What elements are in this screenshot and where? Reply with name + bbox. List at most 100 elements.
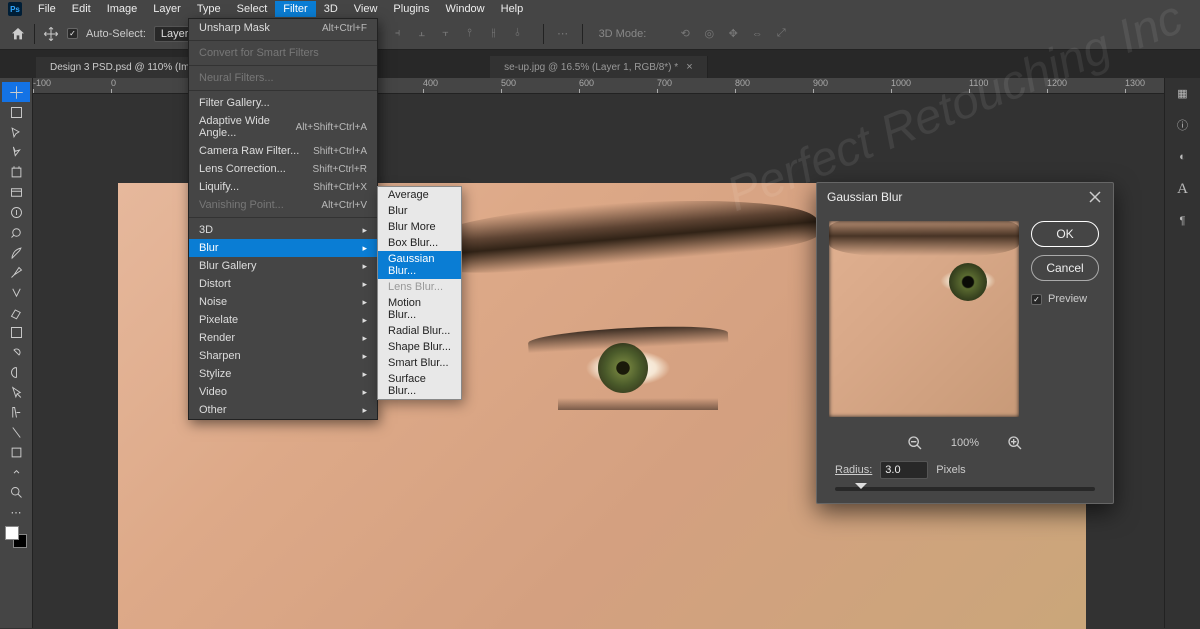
menu-plugins[interactable]: Plugins: [385, 1, 437, 17]
menu-item-render[interactable]: Render▸: [189, 329, 377, 347]
menu-file[interactable]: File: [30, 1, 64, 17]
menu-filter[interactable]: Filter: [275, 1, 315, 17]
move-tool-icon: [43, 26, 59, 42]
type-icon[interactable]: A: [1174, 180, 1192, 198]
3d-orbit-icon[interactable]: ⟲: [674, 23, 696, 45]
hand-tool[interactable]: [2, 462, 30, 482]
fg-bg-swatch[interactable]: [5, 526, 27, 548]
ok-button[interactable]: OK: [1031, 221, 1099, 247]
cancel-button[interactable]: Cancel: [1031, 255, 1099, 281]
menu-item-liquify-[interactable]: Liquify...Shift+Ctrl+X: [189, 178, 377, 196]
submenu-item-motion-blur-[interactable]: Motion Blur...: [378, 295, 461, 323]
adjustments-icon[interactable]: ◐: [1174, 148, 1192, 166]
menu-item-other[interactable]: Other▸: [189, 401, 377, 419]
preview-checkbox[interactable]: ✓: [1031, 294, 1042, 305]
rect-tool[interactable]: [2, 442, 30, 462]
crop-tool[interactable]: [2, 162, 30, 182]
menu-window[interactable]: Window: [438, 1, 493, 17]
menu-item-adaptive-wide-angle-[interactable]: Adaptive Wide Angle...Alt+Shift+Ctrl+A: [189, 112, 377, 142]
menu-item-pixelate[interactable]: Pixelate▸: [189, 311, 377, 329]
menu-item-video[interactable]: Video▸: [189, 383, 377, 401]
submenu-item-shape-blur-[interactable]: Shape Blur...: [378, 339, 461, 355]
menu-item-filter-gallery-[interactable]: Filter Gallery...: [189, 94, 377, 112]
menu-item-unsharp-mask[interactable]: Unsharp MaskAlt+Ctrl+F: [189, 19, 377, 37]
home-icon[interactable]: [10, 26, 26, 42]
3d-zoom-icon[interactable]: ⤢: [770, 23, 792, 45]
align-bottom-icon[interactable]: ⫰: [507, 23, 529, 45]
menu-item-lens-correction-[interactable]: Lens Correction...Shift+Ctrl+R: [189, 160, 377, 178]
dodge-tool[interactable]: [2, 362, 30, 382]
menu-item-convert-for-smart-filters: Convert for Smart Filters: [189, 44, 377, 62]
align-left-icon[interactable]: ⫞: [387, 23, 409, 45]
info-icon[interactable]: ⓘ: [1174, 116, 1192, 134]
app-logo: Ps: [8, 2, 22, 16]
3d-mode-group: ⟲ ◎ ✥ ⇔ ⤢: [674, 23, 792, 45]
submenu-item-blur-more[interactable]: Blur More: [378, 219, 461, 235]
marquee-tool[interactable]: [2, 102, 30, 122]
preview-thumbnail[interactable]: [829, 221, 1019, 417]
heal-tool[interactable]: [2, 222, 30, 242]
paragraph-icon[interactable]: ¶: [1174, 212, 1192, 230]
menu-item-stylize[interactable]: Stylize▸: [189, 365, 377, 383]
lasso-tool[interactable]: [2, 122, 30, 142]
menu-select[interactable]: Select: [229, 1, 276, 17]
menu-image[interactable]: Image: [99, 1, 146, 17]
right-panel-strip: ▦ ⓘ ◐ A ¶: [1164, 78, 1200, 628]
align-top-icon[interactable]: ⫯: [459, 23, 481, 45]
submenu-item-surface-blur-[interactable]: Surface Blur...: [378, 371, 461, 399]
menu-item-noise[interactable]: Noise▸: [189, 293, 377, 311]
brush-tool[interactable]: [2, 242, 30, 262]
path-tool[interactable]: [2, 422, 30, 442]
menu-type[interactable]: Type: [189, 1, 229, 17]
radius-unit: Pixels: [936, 464, 965, 476]
move-tool[interactable]: [2, 82, 30, 102]
pen-tool[interactable]: [2, 382, 30, 402]
menu-layer[interactable]: Layer: [145, 1, 189, 17]
align-center-h-icon[interactable]: ⫠: [411, 23, 433, 45]
radius-input[interactable]: [880, 461, 928, 479]
submenu-item-blur[interactable]: Blur: [378, 203, 461, 219]
edit-toolbar-icon[interactable]: ⋯: [2, 502, 30, 522]
align-right-icon[interactable]: ⫟: [435, 23, 457, 45]
menu-view[interactable]: View: [346, 1, 386, 17]
align-center-v-icon[interactable]: ⫲: [483, 23, 505, 45]
close-icon[interactable]: [1087, 189, 1103, 205]
distribute-icon[interactable]: ⋯: [552, 23, 574, 45]
frame-tool[interactable]: [2, 182, 30, 202]
zoom-in-icon[interactable]: [1007, 435, 1023, 451]
gaussian-blur-dialog: Gaussian Blur OK Cancel ✓ Preview 100% R…: [816, 182, 1114, 504]
menu-3d[interactable]: 3D: [316, 1, 346, 17]
wand-tool[interactable]: [2, 142, 30, 162]
menu-item-neural-filters-: Neural Filters...: [189, 69, 377, 87]
3d-pan-icon[interactable]: ✥: [722, 23, 744, 45]
menu-item-blur-gallery[interactable]: Blur Gallery▸: [189, 257, 377, 275]
submenu-item-gaussian-blur-[interactable]: Gaussian Blur...: [378, 251, 461, 279]
stamp-tool[interactable]: [2, 262, 30, 282]
submenu-item-average[interactable]: Average: [378, 187, 461, 203]
eraser-tool[interactable]: [2, 302, 30, 322]
menu-item-camera-raw-filter-[interactable]: Camera Raw Filter...Shift+Ctrl+A: [189, 142, 377, 160]
close-tab-icon[interactable]: ×: [686, 61, 692, 73]
menu-item--d[interactable]: 3D▸: [189, 221, 377, 239]
submenu-item-smart-blur-[interactable]: Smart Blur...: [378, 355, 461, 371]
type-tool[interactable]: [2, 402, 30, 422]
submenu-item-radial-blur-[interactable]: Radial Blur...: [378, 323, 461, 339]
menu-help[interactable]: Help: [493, 1, 532, 17]
3d-slide-icon[interactable]: ⇔: [746, 23, 768, 45]
zoom-out-icon[interactable]: [907, 435, 923, 451]
zoom-tool[interactable]: [2, 482, 30, 502]
submenu-item-box-blur-[interactable]: Box Blur...: [378, 235, 461, 251]
history-tool[interactable]: [2, 282, 30, 302]
blur-tool[interactable]: [2, 342, 30, 362]
3d-roll-icon[interactable]: ◎: [698, 23, 720, 45]
gradient-tool[interactable]: [2, 322, 30, 342]
doc-tab[interactable]: se-up.jpg @ 16.5% (Layer 1, RGB/8*) *×: [490, 56, 708, 78]
color-icon[interactable]: ▦: [1174, 84, 1192, 102]
menu-item-distort[interactable]: Distort▸: [189, 275, 377, 293]
eyedrop-tool[interactable]: [2, 202, 30, 222]
radius-slider[interactable]: [835, 487, 1095, 491]
menu-edit[interactable]: Edit: [64, 1, 99, 17]
menu-item-sharpen[interactable]: Sharpen▸: [189, 347, 377, 365]
auto-select-checkbox[interactable]: ✓: [67, 28, 78, 39]
menu-item-blur[interactable]: Blur▸: [189, 239, 377, 257]
